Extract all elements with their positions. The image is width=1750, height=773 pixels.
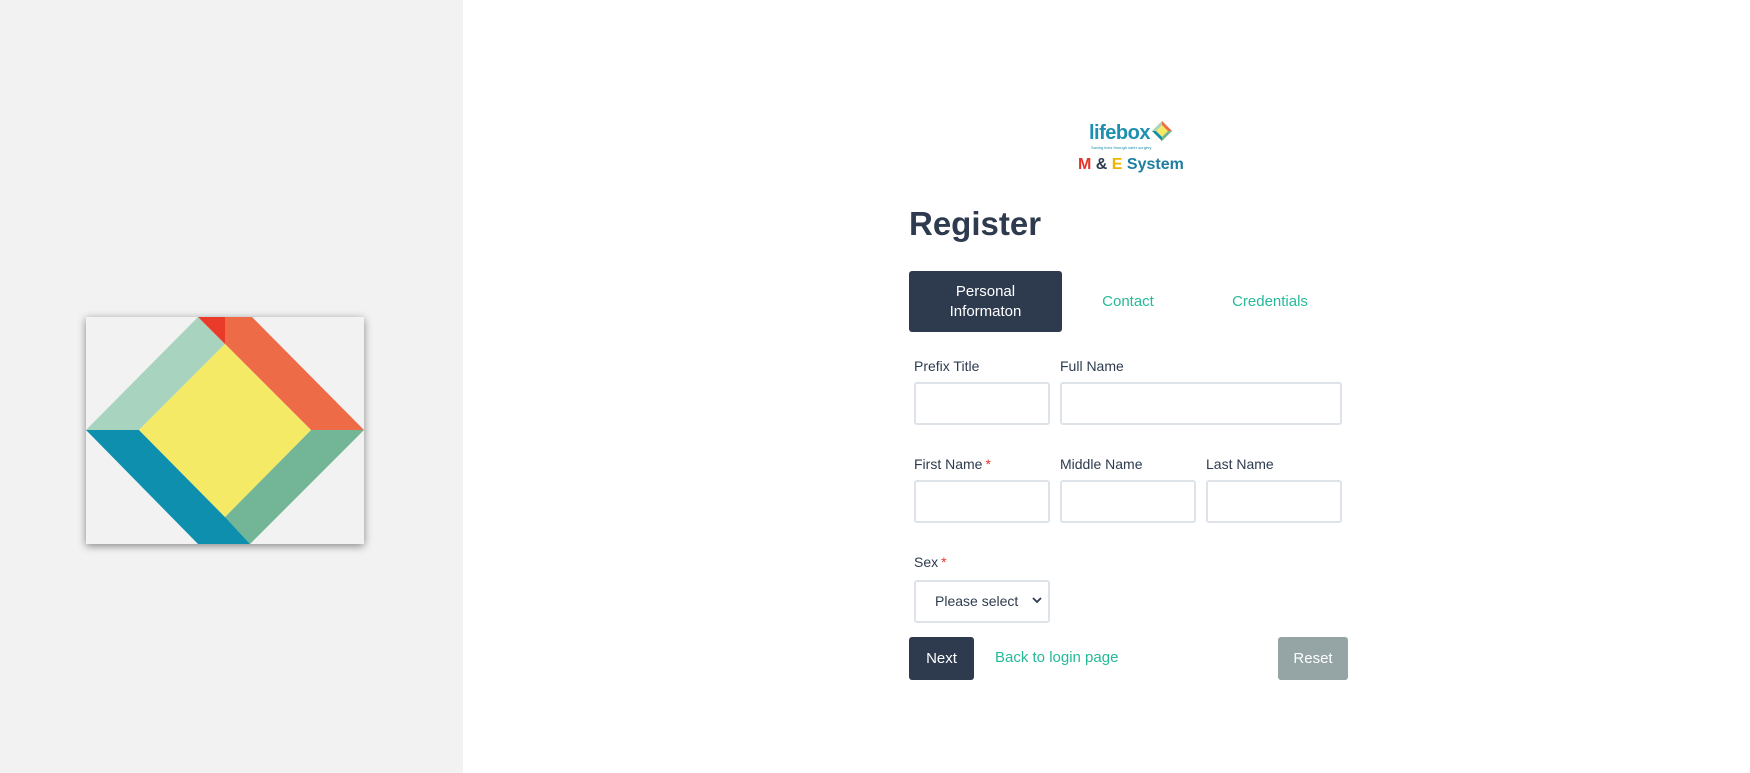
middle-name-label: Middle Name [1060,456,1143,472]
reset-button[interactable]: Reset [1278,637,1348,680]
tab-contact-label: Contact [1102,292,1154,310]
first-name-input[interactable] [914,480,1050,523]
last-name-label: Last Name [1206,456,1274,472]
page-title: Register [909,205,1042,242]
first-name-label-text: First Name [914,456,983,472]
back-to-login-link[interactable]: Back to login page [995,649,1118,666]
logo-tagline: Saving lives through safer surgery [1091,145,1152,150]
required-asterisk: * [941,554,947,570]
hero-illustration [86,317,364,544]
lifebox-logo: lifebox Saving lives through safer surge… [1079,118,1179,152]
tab-personal-information[interactable]: Personal Informaton [909,271,1062,332]
diamond-logo-icon [1152,121,1172,141]
last-name-input[interactable] [1206,480,1342,523]
tab-personal-information-label: Personal Informaton [949,282,1022,320]
logo-wordmark: lifebox [1089,122,1150,144]
system-title: M & E System [1078,156,1184,174]
sex-select[interactable]: Please select [914,580,1050,623]
full-name-label: Full Name [1060,358,1124,374]
sex-label: Sex * [914,554,947,570]
tab-credentials-label: Credentials [1232,292,1308,310]
system-title-e: E [1111,156,1123,173]
system-title-word: System [1126,156,1184,173]
tab-credentials[interactable]: Credentials [1225,271,1315,332]
prefix-title-input[interactable] [914,382,1050,425]
middle-name-input[interactable] [1060,480,1196,523]
prefix-title-label: Prefix Title [914,358,980,374]
sex-label-text: Sex [914,554,939,570]
chevron-down-icon [1032,597,1042,604]
full-name-input[interactable] [1060,382,1342,425]
left-panel [0,0,463,773]
system-title-m: M [1078,156,1092,173]
first-name-label: First Name * [914,456,991,472]
system-title-amp: & [1095,156,1108,173]
diamond-graphic [86,317,364,544]
tab-contact[interactable]: Contact [1085,271,1171,332]
required-asterisk: * [985,456,991,472]
next-button[interactable]: Next [909,637,974,680]
sex-select-value: Please select [935,593,1019,609]
